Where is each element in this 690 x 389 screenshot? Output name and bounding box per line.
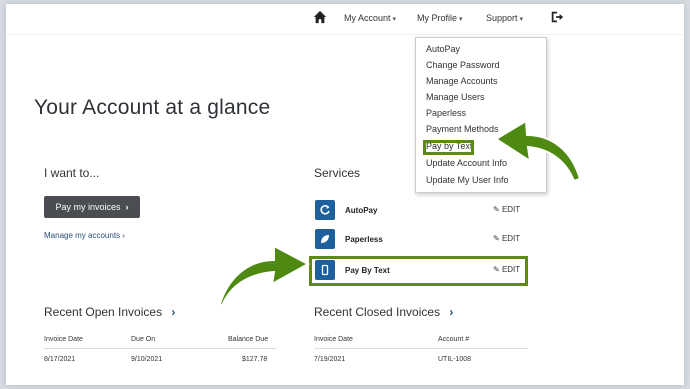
table-cell: UTIL-1008 (438, 356, 472, 363)
column-header-invoice-date: Invoice Date (44, 336, 83, 343)
table-cell: $127.78 (242, 356, 268, 363)
edit-label: EDIT (501, 234, 521, 243)
recent-closed-invoices-title[interactable]: Recent Closed Invoices › (314, 305, 453, 319)
column-header-account-number: Account # (438, 336, 470, 343)
pay-by-text-menu-highlight (423, 140, 474, 155)
recent-closed-invoices-label: Recent Closed Invoices (314, 305, 441, 319)
table-cell: 7/19/2021 (314, 356, 346, 363)
menu-item-change-password[interactable]: Change Password (426, 60, 500, 70)
pay-invoices-label: Pay my invoices (55, 202, 121, 212)
nav-support-label: Support (486, 13, 518, 23)
edit-label: EDIT (501, 205, 521, 214)
nav-support[interactable]: Support ▾ (486, 13, 523, 23)
menu-item-payment-methods[interactable]: Payment Methods (426, 124, 499, 134)
menu-item-manage-users[interactable]: Manage Users (426, 92, 485, 102)
pencil-icon: ✎ (493, 234, 500, 243)
divider (314, 348, 528, 349)
nav-my-account[interactable]: My Account ▾ (344, 13, 396, 23)
i-want-to-title: I want to... (44, 166, 100, 180)
chevron-down-icon: ▾ (519, 16, 524, 23)
pay-invoices-button[interactable]: Pay my invoices › (44, 196, 140, 218)
menu-item-autopay[interactable]: AutoPay (426, 44, 460, 54)
menu-item-paperless[interactable]: Paperless (426, 108, 466, 118)
chevron-down-icon: ▾ (392, 16, 397, 23)
chevron-right-icon: › (125, 202, 129, 212)
recent-open-invoices-title[interactable]: Recent Open Invoices › (44, 305, 175, 319)
nav-my-profile[interactable]: My Profile ▾ (417, 13, 463, 23)
divider (44, 348, 276, 349)
nav-my-profile-label: My Profile (417, 13, 458, 23)
table-cell: 9/10/2021 (131, 356, 163, 363)
chevron-right-icon: › (449, 305, 454, 319)
service-paperless-label: Paperless (345, 235, 383, 244)
column-header-invoice-date: Invoice Date (314, 336, 353, 343)
refresh-icon (315, 200, 335, 220)
service-autopay-edit[interactable]: ✎ EDIT (493, 205, 520, 214)
callout-arrow-icon (494, 119, 582, 183)
pay-by-text-service-highlight (309, 256, 528, 286)
page-title: Your Account at a glance (34, 96, 271, 119)
leaf-icon (315, 229, 335, 249)
services-title: Services (314, 166, 361, 180)
manage-accounts-link[interactable]: Manage my accounts › (44, 231, 125, 240)
service-autopay-label: AutoPay (345, 206, 378, 215)
table-cell: 8/17/2021 (44, 356, 76, 363)
menu-item-manage-accounts[interactable]: Manage Accounts (426, 76, 498, 86)
home-icon[interactable] (313, 10, 327, 24)
callout-arrow-icon (218, 244, 311, 308)
account-page: My Account ▾ My Profile ▾ Support ▾ Your Ac… (6, 4, 684, 385)
chevron-right-icon: › (171, 305, 176, 319)
service-paperless-edit[interactable]: ✎ EDIT (493, 234, 520, 243)
top-nav: My Account ▾ My Profile ▾ Support ▾ (6, 4, 684, 35)
column-header-due-on: Due On (131, 336, 156, 343)
recent-open-invoices-label: Recent Open Invoices (44, 305, 163, 319)
logout-icon[interactable] (550, 10, 564, 24)
pencil-icon: ✎ (493, 205, 500, 214)
column-header-balance-due: Balance Due (228, 336, 269, 343)
chevron-down-icon: ▾ (459, 16, 463, 23)
nav-my-account-label: My Account (344, 13, 391, 23)
